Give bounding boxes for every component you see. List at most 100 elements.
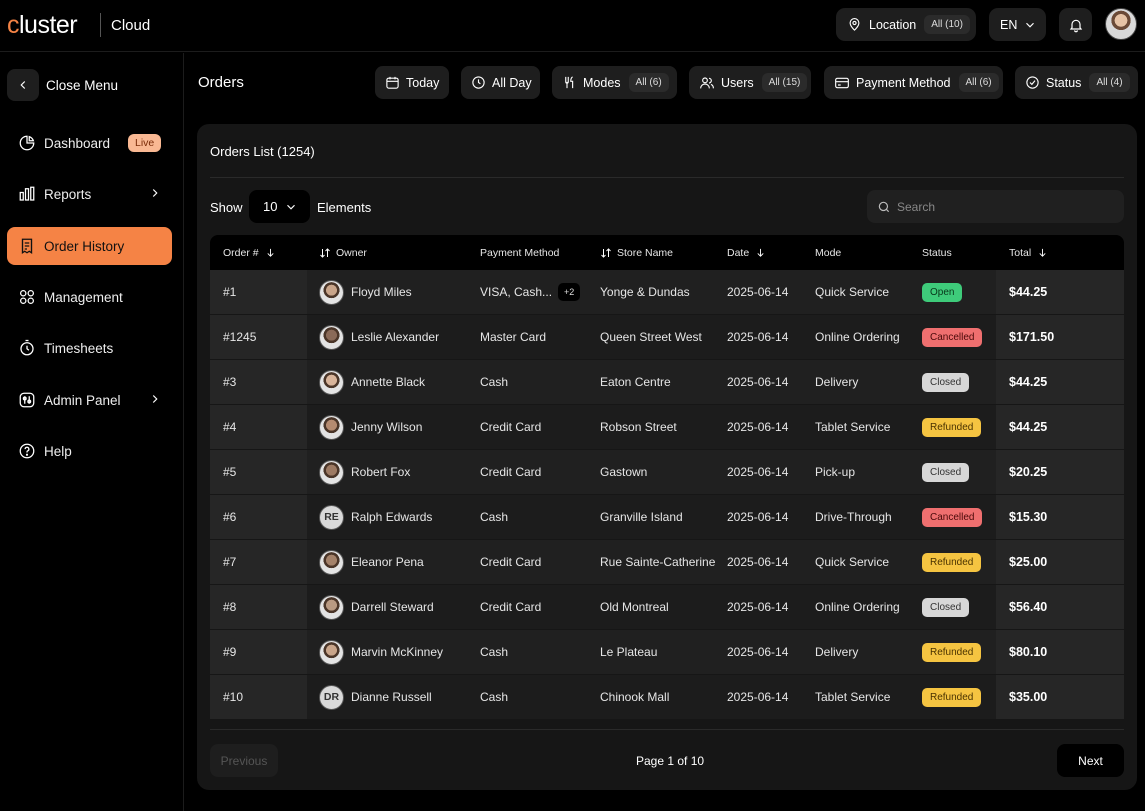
order-date: 2025-06-14: [727, 510, 789, 524]
order-total: $35.00: [1009, 690, 1048, 704]
owner-name: Ralph Edwards: [351, 510, 433, 524]
table-row[interactable]: #8 Darrell Steward Credit Card Old Montr…: [210, 585, 1124, 630]
column-label: Store Name: [617, 246, 674, 259]
column-header-order[interactable]: Order #: [223, 235, 276, 270]
logo[interactable]: cluster: [7, 11, 78, 39]
order-number[interactable]: #1245: [223, 315, 256, 359]
payment-cell: Cash: [480, 360, 508, 404]
previous-page-button[interactable]: Previous: [210, 744, 278, 777]
avatar: [319, 459, 344, 485]
search-input[interactable]: [897, 199, 1097, 214]
table-body: #1 Floyd Miles VISA, Cash... +2 Yonge & D…: [210, 270, 1124, 720]
page-indicator: Page 1 of 10: [636, 754, 705, 768]
sidebar: Close Menu Dashboard Live Reports Order …: [0, 53, 184, 811]
table-row[interactable]: #10 DR Dianne Russell Cash Chinook Mall 2…: [210, 675, 1124, 720]
table-row[interactable]: #3 Annette Black Cash Eaton Centre 2025-…: [210, 360, 1124, 405]
column-header-date[interactable]: Date: [727, 235, 766, 270]
table-row[interactable]: #9 Marvin McKinney Cash Le Plateau 2025-…: [210, 630, 1124, 675]
order-number[interactable]: #1: [223, 270, 236, 314]
order-number[interactable]: #10: [223, 675, 243, 719]
filter-count-badge: All (6): [958, 73, 999, 92]
order-total: $44.25: [1009, 375, 1048, 389]
column-header-store-name[interactable]: Store Name: [600, 235, 673, 270]
page-size-select[interactable]: 10: [249, 190, 310, 223]
order-number[interactable]: #5: [223, 450, 236, 494]
notifications-button[interactable]: [1059, 8, 1092, 41]
status-cell: Closed: [922, 450, 970, 494]
sidebar-item-reports[interactable]: Reports: [7, 175, 172, 213]
search-box[interactable]: [867, 190, 1124, 223]
sidebar-item-order-history[interactable]: Order History: [7, 227, 172, 265]
filter-payment-method[interactable]: Payment Method All (6): [824, 66, 1003, 99]
next-page-button[interactable]: Next: [1057, 744, 1124, 777]
chevron-right-icon: [152, 189, 158, 197]
column-header-total[interactable]: Total: [1009, 235, 1048, 270]
column-label: Date: [727, 246, 750, 259]
order-number[interactable]: #9: [223, 630, 236, 674]
owner-cell: Robert Fox: [319, 450, 410, 494]
payment-cell: Credit Card: [480, 405, 541, 449]
owner-cell: DR Dianne Russell: [319, 675, 432, 719]
order-number[interactable]: #7: [223, 540, 236, 584]
user-avatar[interactable]: [1105, 8, 1137, 40]
owner-cell: Darrell Steward: [319, 585, 434, 629]
users-icon: [699, 75, 715, 91]
sidebar-item-help[interactable]: Help: [7, 432, 172, 470]
payment-cell: VISA, Cash... +2: [480, 270, 581, 314]
order-number[interactable]: #3: [223, 360, 236, 404]
status-cell: Refunded: [922, 540, 982, 584]
language-selector[interactable]: EN: [989, 8, 1046, 41]
arrow-down-icon: [757, 248, 764, 257]
avatar: [319, 549, 344, 575]
table-row[interactable]: #1245 Leslie Alexander Master Card Queen…: [210, 315, 1124, 360]
more-payments-badge[interactable]: +2: [558, 283, 581, 301]
order-total: $20.25: [1009, 465, 1048, 479]
arrow-down-icon: [267, 248, 274, 257]
table-row[interactable]: #7 Eleanor Pena Credit Card Rue Sainte-C…: [210, 540, 1124, 585]
filter-modes[interactable]: Modes All (6): [552, 66, 677, 99]
orders-card: Orders List (1254) Show 10 Elements Orde…: [197, 124, 1137, 790]
sidebar-item-management[interactable]: Management: [7, 278, 172, 316]
sidebar-item-timesheets[interactable]: Timesheets: [7, 329, 172, 367]
column-label: Owner: [336, 246, 367, 259]
dashboard-icon: [17, 133, 37, 153]
column-header-owner[interactable]: Owner: [319, 235, 367, 270]
store-name: Yonge & Dundas: [600, 285, 690, 299]
payment-cell: Master Card: [480, 315, 546, 359]
clock-icon: [471, 75, 486, 90]
table-row[interactable]: #1 Floyd Miles VISA, Cash... +2 Yonge & D…: [210, 270, 1124, 315]
order-number[interactable]: #8: [223, 585, 236, 629]
payment-cell: Cash: [480, 495, 508, 539]
status-badge: Cancelled: [922, 327, 983, 347]
sidebar-item-admin-panel[interactable]: Admin Panel: [7, 381, 172, 419]
order-mode: Quick Service: [815, 285, 890, 299]
owner-cell: Jenny Wilson: [319, 405, 422, 449]
table-row[interactable]: #4 Jenny Wilson Credit Card Robson Stree…: [210, 405, 1124, 450]
calendar-icon: [385, 75, 400, 90]
filter-all-day[interactable]: All Day: [461, 66, 540, 99]
column-header-status[interactable]: Status: [922, 235, 952, 270]
filter-users[interactable]: Users All (15): [689, 66, 811, 99]
chevron-right-icon: [152, 395, 158, 403]
logo-accent-letter: c: [7, 11, 20, 39]
column-header-mode[interactable]: Mode: [815, 235, 841, 270]
status-cell: Refunded: [922, 630, 982, 674]
order-number[interactable]: #4: [223, 405, 236, 449]
order-number[interactable]: #6: [223, 495, 236, 539]
admin-panel-icon: [17, 390, 37, 410]
table-row[interactable]: #5 Robert Fox Credit Card Gastown 2025-0…: [210, 450, 1124, 495]
filter-status[interactable]: Status All (4): [1015, 66, 1138, 99]
order-date: 2025-06-14: [727, 600, 789, 614]
column-label: Payment Method: [480, 246, 560, 259]
sidebar-item-dashboard[interactable]: Dashboard Live: [7, 124, 172, 162]
filter-today[interactable]: Today: [375, 66, 449, 99]
order-date: 2025-06-14: [727, 465, 789, 479]
order-mode: Online Ordering: [815, 600, 900, 614]
status-badge: Closed: [922, 597, 970, 617]
close-menu-button[interactable]: [7, 69, 39, 101]
table-row[interactable]: #6 RE Ralph Edwards Cash Granville Island…: [210, 495, 1124, 540]
column-header-payment-method[interactable]: Payment Method: [480, 235, 559, 270]
location-selector[interactable]: Location All (10): [836, 8, 976, 41]
close-menu-label[interactable]: Close Menu: [46, 78, 118, 93]
store-name: Rue Sainte-Catherine: [600, 555, 716, 569]
